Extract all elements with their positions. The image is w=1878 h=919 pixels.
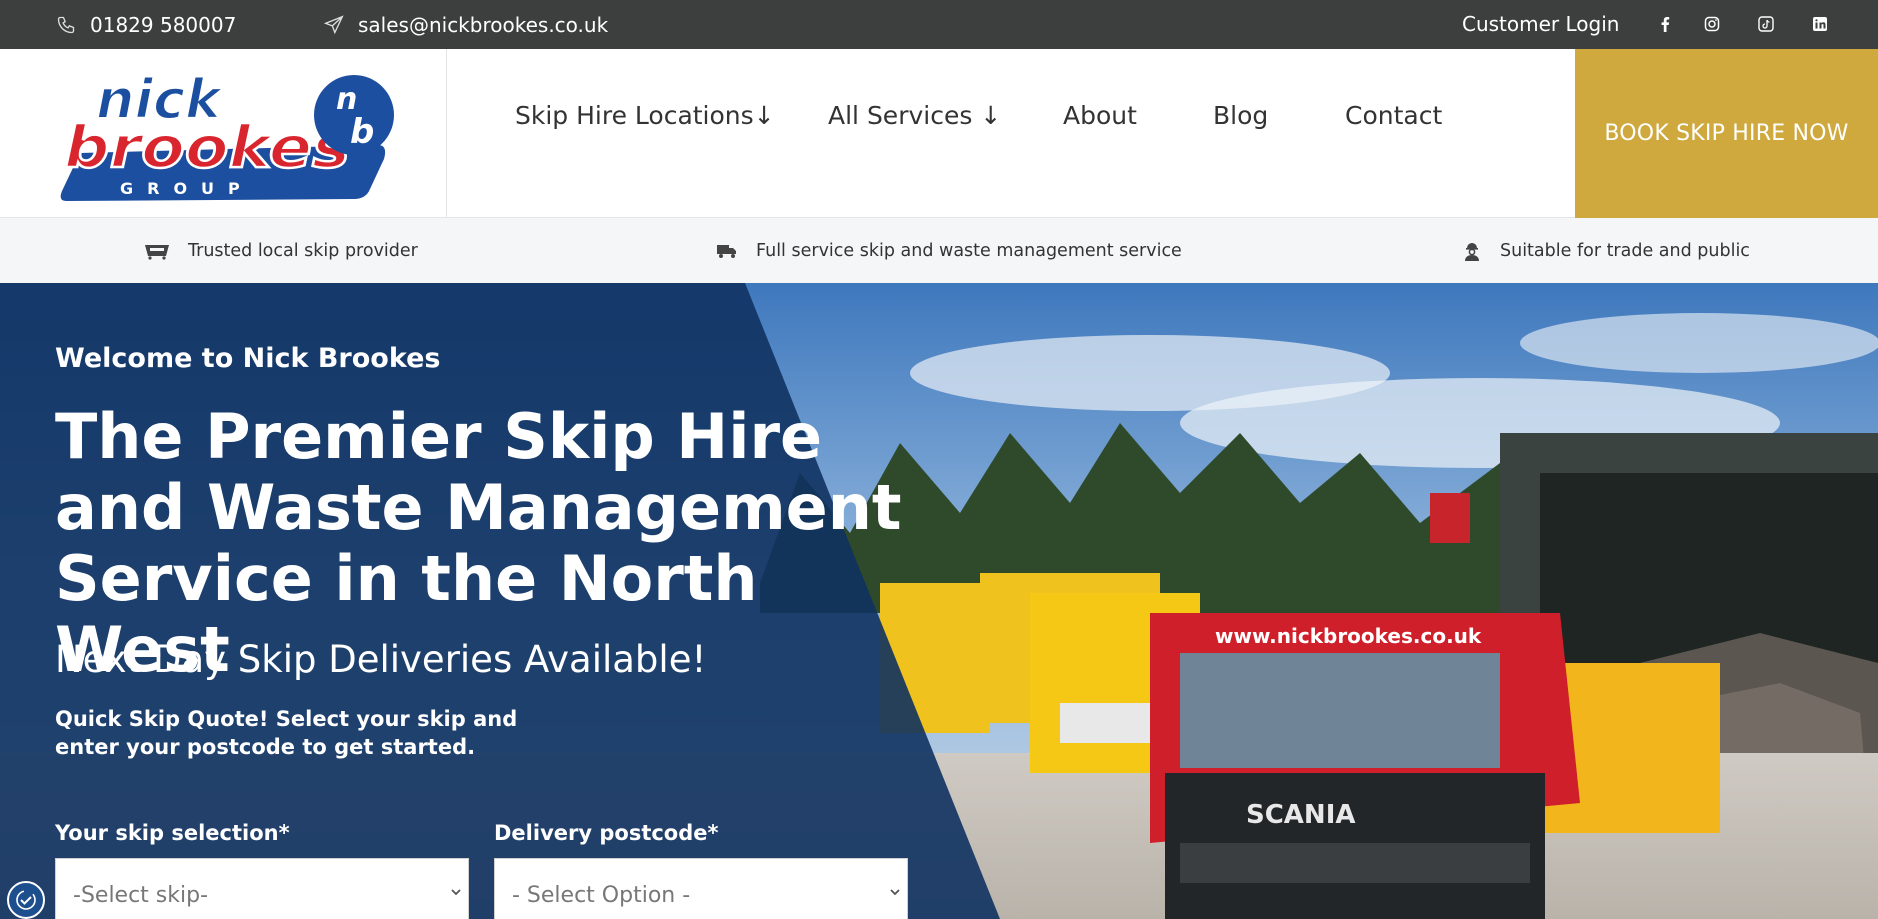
postcode-select[interactable]: - Select Option -	[494, 858, 908, 919]
chevron-down-icon	[451, 889, 461, 896]
feature-trade-public: Suitable for trade and public	[1462, 218, 1750, 283]
feature-text: Full service skip and waste management s…	[756, 240, 1182, 261]
feature-strip: Trusted local skip provider Full service…	[0, 218, 1878, 283]
top-bar: 01829 580007 sales@nickbrookes.co.uk Cus…	[0, 0, 1878, 49]
nav-blog[interactable]: Blog	[1213, 101, 1268, 130]
site-header: nick brookes GROUP n b Skip Hire Locatio…	[0, 49, 1878, 218]
svg-text:GROUP: GROUP	[120, 179, 254, 198]
postcode-label: Delivery postcode*	[494, 821, 719, 845]
skip-icon	[145, 244, 169, 260]
instagram-icon[interactable]	[1702, 14, 1722, 34]
phone-number: 01829 580007	[90, 12, 237, 37]
hero-section: www.nickbrookes.co.uk SCANIA Welcome to …	[0, 283, 1878, 919]
linkedin-icon[interactable]	[1810, 14, 1830, 34]
phone-link[interactable]: 01829 580007	[56, 0, 236, 49]
nav-contact[interactable]: Contact	[1345, 101, 1442, 130]
feature-full-service: Full service skip and waste management s…	[716, 218, 1182, 283]
tiktok-icon[interactable]	[1756, 14, 1776, 34]
facebook-icon[interactable]	[1655, 14, 1675, 34]
svg-text:b: b	[350, 112, 374, 152]
worker-icon	[1465, 242, 1479, 261]
truck-icon	[717, 244, 736, 258]
nav-about[interactable]: About	[1063, 101, 1137, 130]
skip-selection-label: Your skip selection*	[55, 821, 290, 845]
header-divider	[446, 49, 447, 218]
phone-icon	[57, 16, 75, 33]
skip-select[interactable]: -Select skip-	[55, 858, 469, 919]
nick-brookes-logo[interactable]: nick brookes GROUP n b	[58, 71, 400, 201]
accessibility-icon	[16, 890, 36, 910]
feature-trusted: Trusted local skip provider	[144, 218, 418, 283]
quick-quote-text: Quick Skip Quote! Select your skip and e…	[55, 707, 518, 759]
feature-text: Trusted local skip provider	[188, 240, 418, 261]
feature-text: Suitable for trade and public	[1500, 240, 1750, 261]
nav-all-services[interactable]: All Services ↓	[828, 101, 1001, 130]
skip-select-value: -Select skip-	[73, 883, 209, 908]
postcode-select-value: - Select Option -	[512, 883, 691, 908]
nav-skip-hire-locations[interactable]: Skip Hire Locations↓	[515, 101, 775, 130]
accessibility-widget-button[interactable]	[7, 881, 45, 919]
chevron-down-icon	[890, 889, 900, 896]
customer-login-link[interactable]: Customer Login	[1462, 0, 1619, 49]
email-address: sales@nickbrookes.co.uk	[358, 12, 609, 37]
svg-text:brookes: brookes	[64, 113, 350, 181]
hero-welcome: Welcome to Nick Brookes	[55, 343, 441, 374]
book-skip-hire-button[interactable]: BOOK SKIP HIRE NOW	[1575, 49, 1878, 218]
send-icon	[324, 14, 344, 34]
hero-subhead: Next Day Skip Deliveries Available!	[55, 638, 707, 681]
email-link[interactable]: sales@nickbrookes.co.uk	[324, 0, 608, 49]
